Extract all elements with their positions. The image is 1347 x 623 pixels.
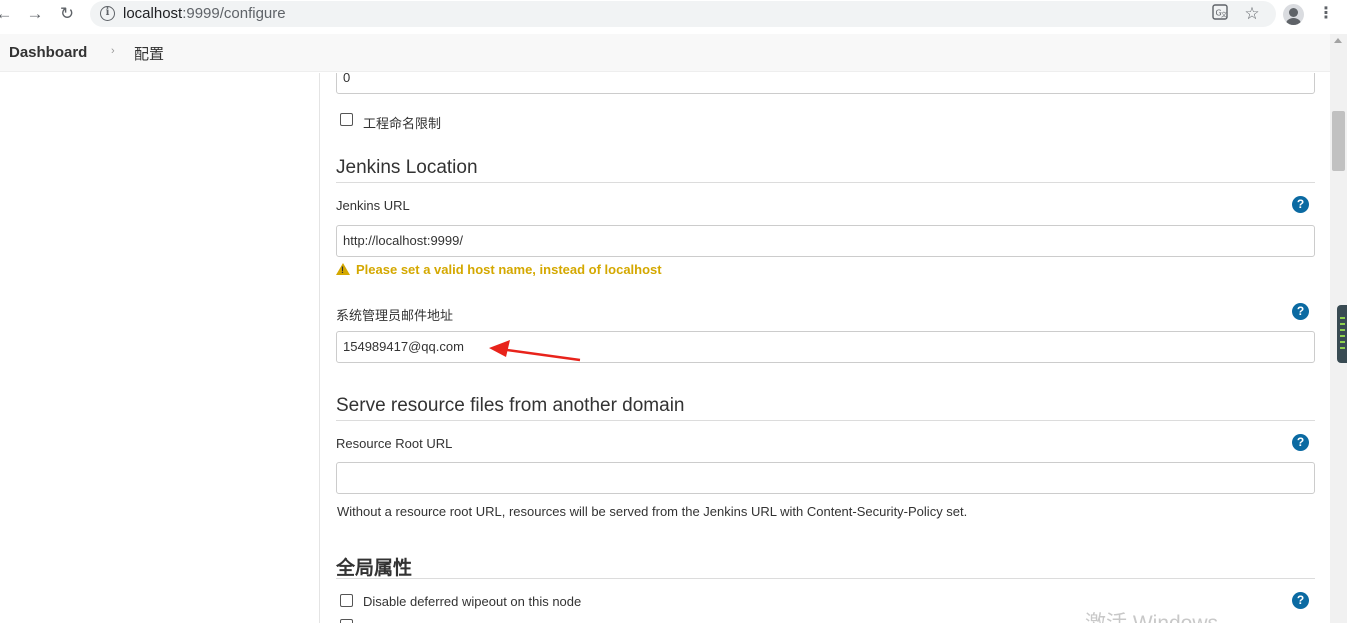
red-annotation-arrow-icon: [489, 340, 581, 362]
